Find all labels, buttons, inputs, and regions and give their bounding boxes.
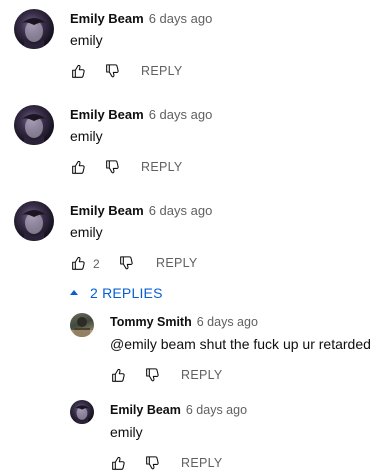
- view-replies-button[interactable]: 2 REPLIES: [70, 285, 163, 301]
- thumbs-down-icon[interactable]: [104, 64, 120, 80]
- avatar[interactable]: [70, 313, 94, 337]
- author-name[interactable]: Tommy Smith: [110, 315, 192, 329]
- thumbs-down-icon[interactable]: [144, 368, 160, 384]
- replies-toggle-label: 2 REPLIES: [90, 285, 163, 301]
- author-name[interactable]: Emily Beam: [110, 403, 181, 417]
- avatar[interactable]: [14, 105, 54, 145]
- comment-author[interactable]: Tommy Smith 6 days ago: [110, 315, 258, 329]
- comment-text: emily: [110, 424, 143, 440]
- reply-button[interactable]: REPLY: [181, 368, 223, 382]
- comment-timestamp[interactable]: 6 days ago: [149, 203, 213, 218]
- thumbs-up-icon[interactable]: [70, 256, 86, 272]
- avatar[interactable]: [14, 9, 54, 49]
- comment-timestamp[interactable]: 6 days ago: [149, 11, 213, 26]
- author-name[interactable]: Emily Beam: [70, 107, 144, 122]
- comment-author[interactable]: Emily Beam 6 days ago: [70, 11, 212, 26]
- thumbs-down-icon[interactable]: [118, 256, 134, 272]
- comment-actions: 2 REPLY: [70, 255, 270, 275]
- author-name[interactable]: Emily Beam: [70, 11, 144, 26]
- reply-button[interactable]: REPLY: [156, 256, 198, 270]
- thumbs-up-icon[interactable]: [70, 160, 86, 176]
- comment-timestamp[interactable]: 6 days ago: [186, 403, 247, 417]
- author-name[interactable]: Emily Beam: [70, 203, 144, 218]
- avatar[interactable]: [14, 201, 54, 241]
- thumbs-up-icon[interactable]: [110, 456, 126, 472]
- comment-author[interactable]: Emily Beam 6 days ago: [110, 403, 247, 417]
- comment-timestamp[interactable]: 6 days ago: [149, 107, 213, 122]
- comment-author[interactable]: Emily Beam 6 days ago: [70, 203, 212, 218]
- comment-actions: REPLY: [70, 159, 270, 179]
- comment-actions: REPLY: [110, 455, 310, 475]
- comment-text: emily: [70, 32, 103, 48]
- comment-text: emily: [70, 128, 103, 144]
- thumbs-up-icon[interactable]: [70, 64, 86, 80]
- reply-button[interactable]: REPLY: [141, 64, 183, 78]
- comment-actions: REPLY: [70, 63, 270, 83]
- avatar[interactable]: [70, 400, 94, 424]
- thumbs-down-icon[interactable]: [144, 456, 160, 472]
- thumbs-down-icon[interactable]: [104, 160, 120, 176]
- comment-text: emily: [70, 224, 103, 240]
- comment-author[interactable]: Emily Beam 6 days ago: [70, 107, 212, 122]
- comment-actions: REPLY: [110, 367, 310, 387]
- like-count: 2: [93, 257, 100, 271]
- reply-button[interactable]: REPLY: [181, 456, 223, 470]
- comment-text: @emily beam shut the fuck up ur retarded: [110, 336, 371, 352]
- caret-up-icon: [70, 289, 78, 295]
- comment-timestamp[interactable]: 6 days ago: [197, 315, 258, 329]
- thumbs-up-icon[interactable]: [110, 368, 126, 384]
- reply-button[interactable]: REPLY: [141, 160, 183, 174]
